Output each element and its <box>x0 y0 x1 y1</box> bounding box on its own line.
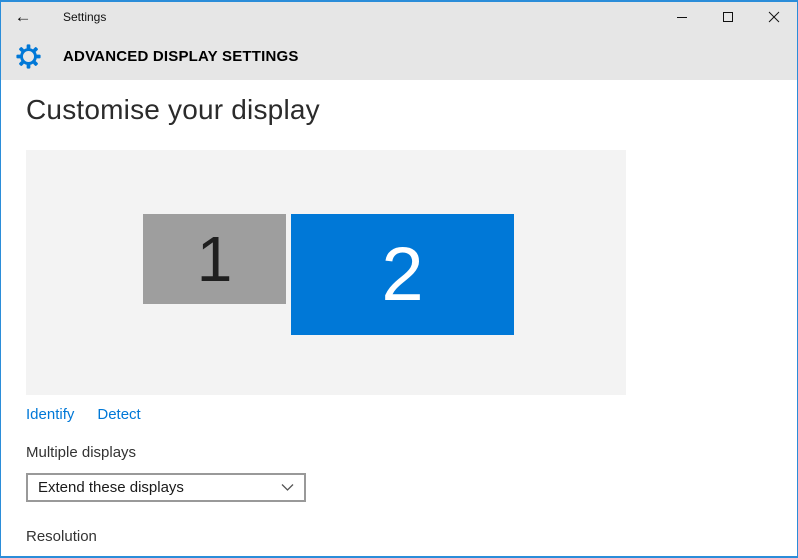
window-controls <box>659 2 797 32</box>
maximize-icon <box>723 12 733 22</box>
detect-link[interactable]: Detect <box>97 406 140 423</box>
minimize-button[interactable] <box>659 2 705 32</box>
close-button[interactable] <box>751 2 797 32</box>
monitor-1[interactable]: 1 <box>143 214 286 304</box>
content-area: Customise your display 1 2 Identify Dete… <box>1 80 797 556</box>
back-button[interactable]: ← <box>1 2 45 32</box>
display-preview: 1 2 <box>26 150 626 395</box>
section-heading: Customise your display <box>26 94 320 125</box>
multiple-displays-dropdown[interactable]: Extend these displays <box>26 473 306 502</box>
dropdown-selected-value: Extend these displays <box>38 479 184 496</box>
page-header: ADVANCED DISPLAY SETTINGS <box>1 32 797 80</box>
settings-window: ← Settings ADVANCED DISPLAY SETTINGS Cus… <box>0 0 798 558</box>
identify-link[interactable]: Identify <box>26 406 74 423</box>
title-bar: ← Settings <box>1 2 797 32</box>
resolution-label: Resolution <box>26 528 97 545</box>
preview-actions: Identify Detect <box>26 406 141 423</box>
monitor-2[interactable]: 2 <box>291 214 514 335</box>
multiple-displays-label: Multiple displays <box>26 444 137 461</box>
minimize-icon <box>677 17 687 18</box>
maximize-button[interactable] <box>705 2 751 32</box>
window-title: Settings <box>63 10 107 24</box>
chevron-down-icon <box>281 483 294 492</box>
back-arrow-icon: ← <box>14 7 32 26</box>
gear-icon <box>15 43 41 69</box>
monitor-2-number: 2 <box>381 231 424 317</box>
page-title: ADVANCED DISPLAY SETTINGS <box>63 47 299 65</box>
close-icon <box>768 11 780 23</box>
monitor-1-number: 1 <box>196 223 233 295</box>
